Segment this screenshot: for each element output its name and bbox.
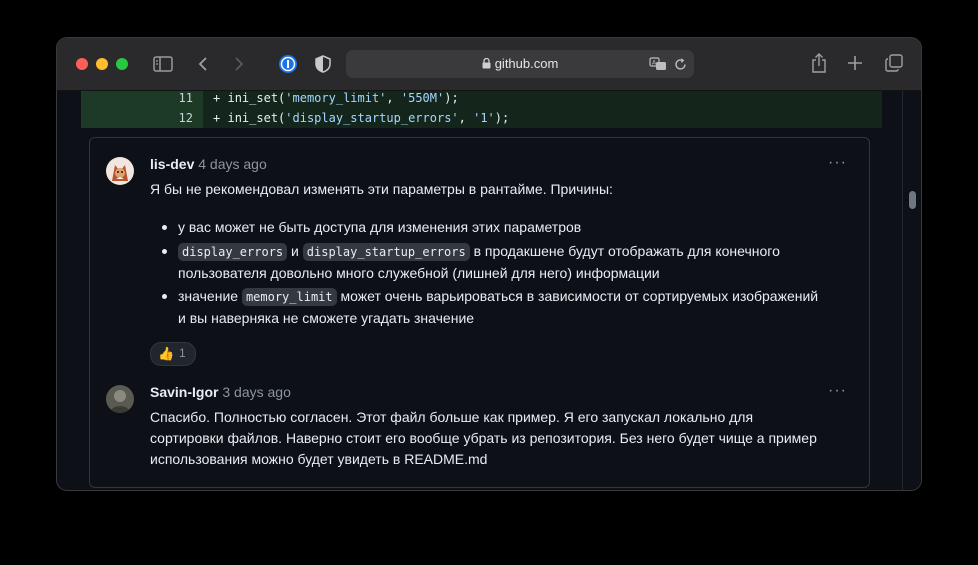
page-content: 11 + ini_set('memory_limit', '550M'); 12… — [57, 91, 921, 490]
comment-author[interactable]: lis-dev — [150, 156, 194, 172]
thumbs-up-icon: 👍 — [158, 346, 175, 361]
avatar[interactable] — [106, 157, 134, 185]
inline-code: memory_limit — [241, 288, 337, 306]
bullet-dot — [162, 225, 167, 230]
code-text: + ini_set('memory_limit', '550M'); — [213, 91, 459, 105]
url-display[interactable]: github.com — [346, 56, 694, 72]
line-number[interactable]: 12 — [153, 111, 193, 125]
back-icon[interactable] — [196, 54, 210, 74]
tabs-overview-icon[interactable] — [883, 53, 905, 73]
bullet-dot — [162, 294, 167, 299]
comment-timestamp[interactable]: 4 days ago — [198, 156, 267, 172]
line-number[interactable]: 11 — [153, 91, 193, 105]
reload-icon[interactable] — [673, 56, 687, 72]
shield-icon[interactable] — [314, 54, 332, 74]
sidebar-icon[interactable] — [153, 54, 173, 74]
url-text: github.com — [494, 56, 559, 71]
comment-options-button[interactable]: ··· — [828, 154, 847, 172]
lock-icon — [482, 57, 491, 72]
thumbs-up-reaction-button[interactable]: 👍 1 — [150, 342, 196, 366]
forward-icon[interactable] — [232, 54, 246, 74]
avatar[interactable] — [106, 385, 134, 413]
comment-timestamp[interactable]: 3 days ago — [222, 384, 291, 400]
comment-author[interactable]: Savin-Igor — [150, 384, 218, 400]
bullet-dot — [162, 249, 167, 254]
address-bar[interactable]: github.com A — [346, 50, 694, 78]
list-item: display_errors и display_startup_errors … — [178, 243, 780, 281]
list-item: значение memory_limit может очень варьир… — [178, 288, 819, 326]
diff-line: 11 + ini_set('memory_limit', '550M'); — [81, 91, 882, 109]
zoom-window-button[interactable] — [116, 58, 128, 70]
close-window-button[interactable] — [76, 58, 88, 70]
comment-options-button[interactable]: ··· — [828, 382, 847, 400]
inline-code: display_errors — [178, 243, 288, 261]
browser-window: github.com A 11 + ini_set('memory_limit'… — [57, 38, 921, 490]
minimize-window-button[interactable] — [96, 58, 108, 70]
translate-icon[interactable]: A — [649, 56, 667, 72]
scrollbar[interactable] — [902, 91, 921, 490]
new-tab-icon[interactable] — [845, 53, 865, 73]
comment-text: Спасибо. Полностью согласен. Этот файл б… — [150, 409, 817, 467]
review-thread: lis-dev 4 days ago ··· Я бы не рекомендо… — [89, 137, 870, 488]
reaction-count: 1 — [179, 346, 186, 360]
scrollbar-thumb[interactable] — [909, 191, 916, 209]
list-item: у вас может не быть доступа для изменени… — [178, 219, 582, 235]
browser-toolbar: github.com A — [57, 38, 921, 91]
code-text: + ini_set('display_startup_errors', '1')… — [213, 111, 510, 125]
password-manager-icon[interactable] — [277, 53, 299, 75]
diff-line: 12 + ini_set('display_startup_errors', '… — [81, 111, 882, 129]
share-icon[interactable] — [809, 52, 829, 74]
inline-code: display_startup_errors — [302, 243, 470, 261]
comment-text: Я бы не рекомендовал изменять эти параме… — [150, 181, 613, 197]
diff-block: 11 + ini_set('memory_limit', '550M'); 12… — [81, 91, 882, 128]
